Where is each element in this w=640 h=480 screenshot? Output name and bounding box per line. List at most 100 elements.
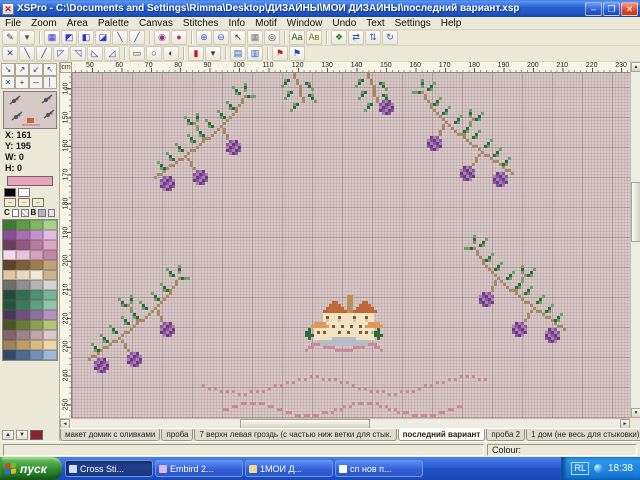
stitch-horizontal-icon[interactable]: ─ [29,76,43,89]
motif-library-icon[interactable]: ❖ [331,30,347,45]
blend-swatch[interactable]: – [18,198,30,207]
menu-zoom[interactable]: Zoom [26,18,62,29]
menu-text[interactable]: Text [361,18,389,29]
stitch-dir-ne-icon[interactable]: ↗ [15,63,29,76]
text-tool-icon[interactable]: Aa [289,30,305,45]
palette-swatch[interactable] [30,320,44,330]
palette-swatch[interactable] [16,330,30,340]
palette-swatch[interactable] [30,220,44,230]
palette-swatch[interactable] [16,280,30,290]
color-dropdown-icon[interactable]: ▾ [205,46,221,61]
palette-swatch[interactable] [3,300,17,310]
palette-swatch[interactable] [43,270,57,280]
palette-swatch[interactable] [16,240,30,250]
start-button[interactable]: пуск [0,457,62,480]
palette-swatch[interactable] [3,320,17,330]
palette-swatch[interactable] [16,340,30,350]
stitch-vertical-icon[interactable]: │ [43,76,57,89]
maximize-button[interactable]: ❐ [603,2,620,16]
palette-swatch[interactable] [43,350,57,360]
zoom-in-icon[interactable]: ⊕ [196,30,212,45]
menu-area[interactable]: Area [62,18,93,29]
palette-scroll-up-icon[interactable]: ▲ [2,430,14,440]
copy-motif-icon[interactable]: ▤ [230,46,246,61]
stitch-dir-se-icon[interactable]: ↘ [1,63,15,76]
pattern-tab[interactable]: макет домик с оливками [60,429,160,441]
french-knot-icon[interactable]: ◉ [154,30,170,45]
palette-swatch[interactable] [16,230,30,240]
palette-swatch[interactable] [30,330,44,340]
backstitch-icon[interactable]: ╲ [112,30,128,45]
blend-swatch[interactable]: – [4,198,16,207]
tray-app-icon[interactable] [594,464,603,473]
menu-window[interactable]: Window [282,18,328,29]
palette-extra-swatch[interactable] [30,430,43,440]
menu-help[interactable]: Help [436,18,467,29]
stitch-plus-icon[interactable]: + [15,76,29,89]
colour-swatch[interactable] [4,188,16,197]
pattern-tab[interactable]: 1 дом (не весь для стыковки) [526,429,640,441]
fill-tool-icon[interactable]: ◐ [163,46,179,61]
palette-swatch[interactable] [43,280,57,290]
palette-swatch[interactable] [30,310,44,320]
circle-tool-icon[interactable]: ○ [146,46,162,61]
bead-icon[interactable]: ● [171,30,187,45]
taskbar-task-button[interactable]: Cross Sti... [65,460,153,477]
flip-horizontal-icon[interactable]: ⇄ [348,30,364,45]
center-view-icon[interactable]: ◎ [264,30,280,45]
palette-swatch[interactable] [16,260,30,270]
menu-palette[interactable]: Palette [93,18,134,29]
close-button[interactable]: ✕ [621,2,638,16]
menu-canvas[interactable]: Canvas [134,18,178,29]
palette-swatch[interactable] [16,300,30,310]
three-quarter-stitch-icon[interactable]: ◪ [95,30,111,45]
scroll-up-icon[interactable]: ▲ [631,62,640,72]
palette-swatch[interactable] [16,350,30,360]
taskbar-task-button[interactable]: сп нов п... [335,460,423,477]
pattern-tab[interactable]: последний вариант [398,429,486,441]
menu-info[interactable]: Info [223,18,250,29]
palette-swatch[interactable] [43,220,57,230]
palette-scroll-down-icon[interactable]: ▼ [16,430,28,440]
palette-swatch[interactable] [43,250,57,260]
pattern-tab[interactable]: проба 2 [486,429,525,441]
stitch-canvas[interactable] [72,73,630,418]
flag-red-icon[interactable]: ⚑ [272,46,288,61]
palette-swatch[interactable] [30,280,44,290]
palette-swatch[interactable] [16,250,30,260]
half-cross-nw-icon[interactable]: ╲ [19,46,35,61]
b-swatch[interactable] [38,209,45,217]
palette-swatch[interactable] [30,340,44,350]
rotate-icon[interactable]: ↻ [382,30,398,45]
palette-swatch[interactable] [30,350,44,360]
palette-swatch[interactable] [16,310,30,320]
palette-swatch[interactable] [16,320,30,330]
current-colour-swatch[interactable] [7,176,53,186]
quarter-ne-icon[interactable]: ◹ [70,46,86,61]
palette-swatch[interactable] [3,270,17,280]
palette-swatch[interactable] [16,290,30,300]
vertical-scrollbar[interactable]: ▲ ▼ [630,62,640,418]
half-stitch-icon[interactable]: ◩ [61,30,77,45]
menu-stitches[interactable]: Stitches [178,18,224,29]
palette-swatch[interactable] [30,240,44,250]
flip-vertical-icon[interactable]: ⇅ [365,30,381,45]
c-hatch-swatch[interactable] [21,209,28,217]
stitch-dir-sw-icon[interactable]: ↙ [29,63,43,76]
palette-swatch[interactable] [3,220,17,230]
palette-swatch[interactable] [3,240,17,250]
stitch-dir-nw-icon[interactable]: ↖ [43,63,57,76]
quarter-stitch-icon[interactable]: ◧ [78,30,94,45]
stitch-cross-icon[interactable]: ✕ [1,76,15,89]
palette-swatch[interactable] [3,330,17,340]
palette-swatch[interactable] [30,260,44,270]
outline-tool-icon[interactable]: ▭ [129,46,145,61]
palette-swatch[interactable] [43,230,57,240]
palette-swatch[interactable] [3,280,17,290]
quarter-nw-icon[interactable]: ◸ [53,46,69,61]
zoom-out-icon[interactable]: ⊖ [213,30,229,45]
pattern-tab[interactable]: проба [161,429,193,441]
palette-swatch[interactable] [16,270,30,280]
palette-swatch[interactable] [43,240,57,250]
taskbar-task-button[interactable]: 1МОИ Д... [245,460,333,477]
